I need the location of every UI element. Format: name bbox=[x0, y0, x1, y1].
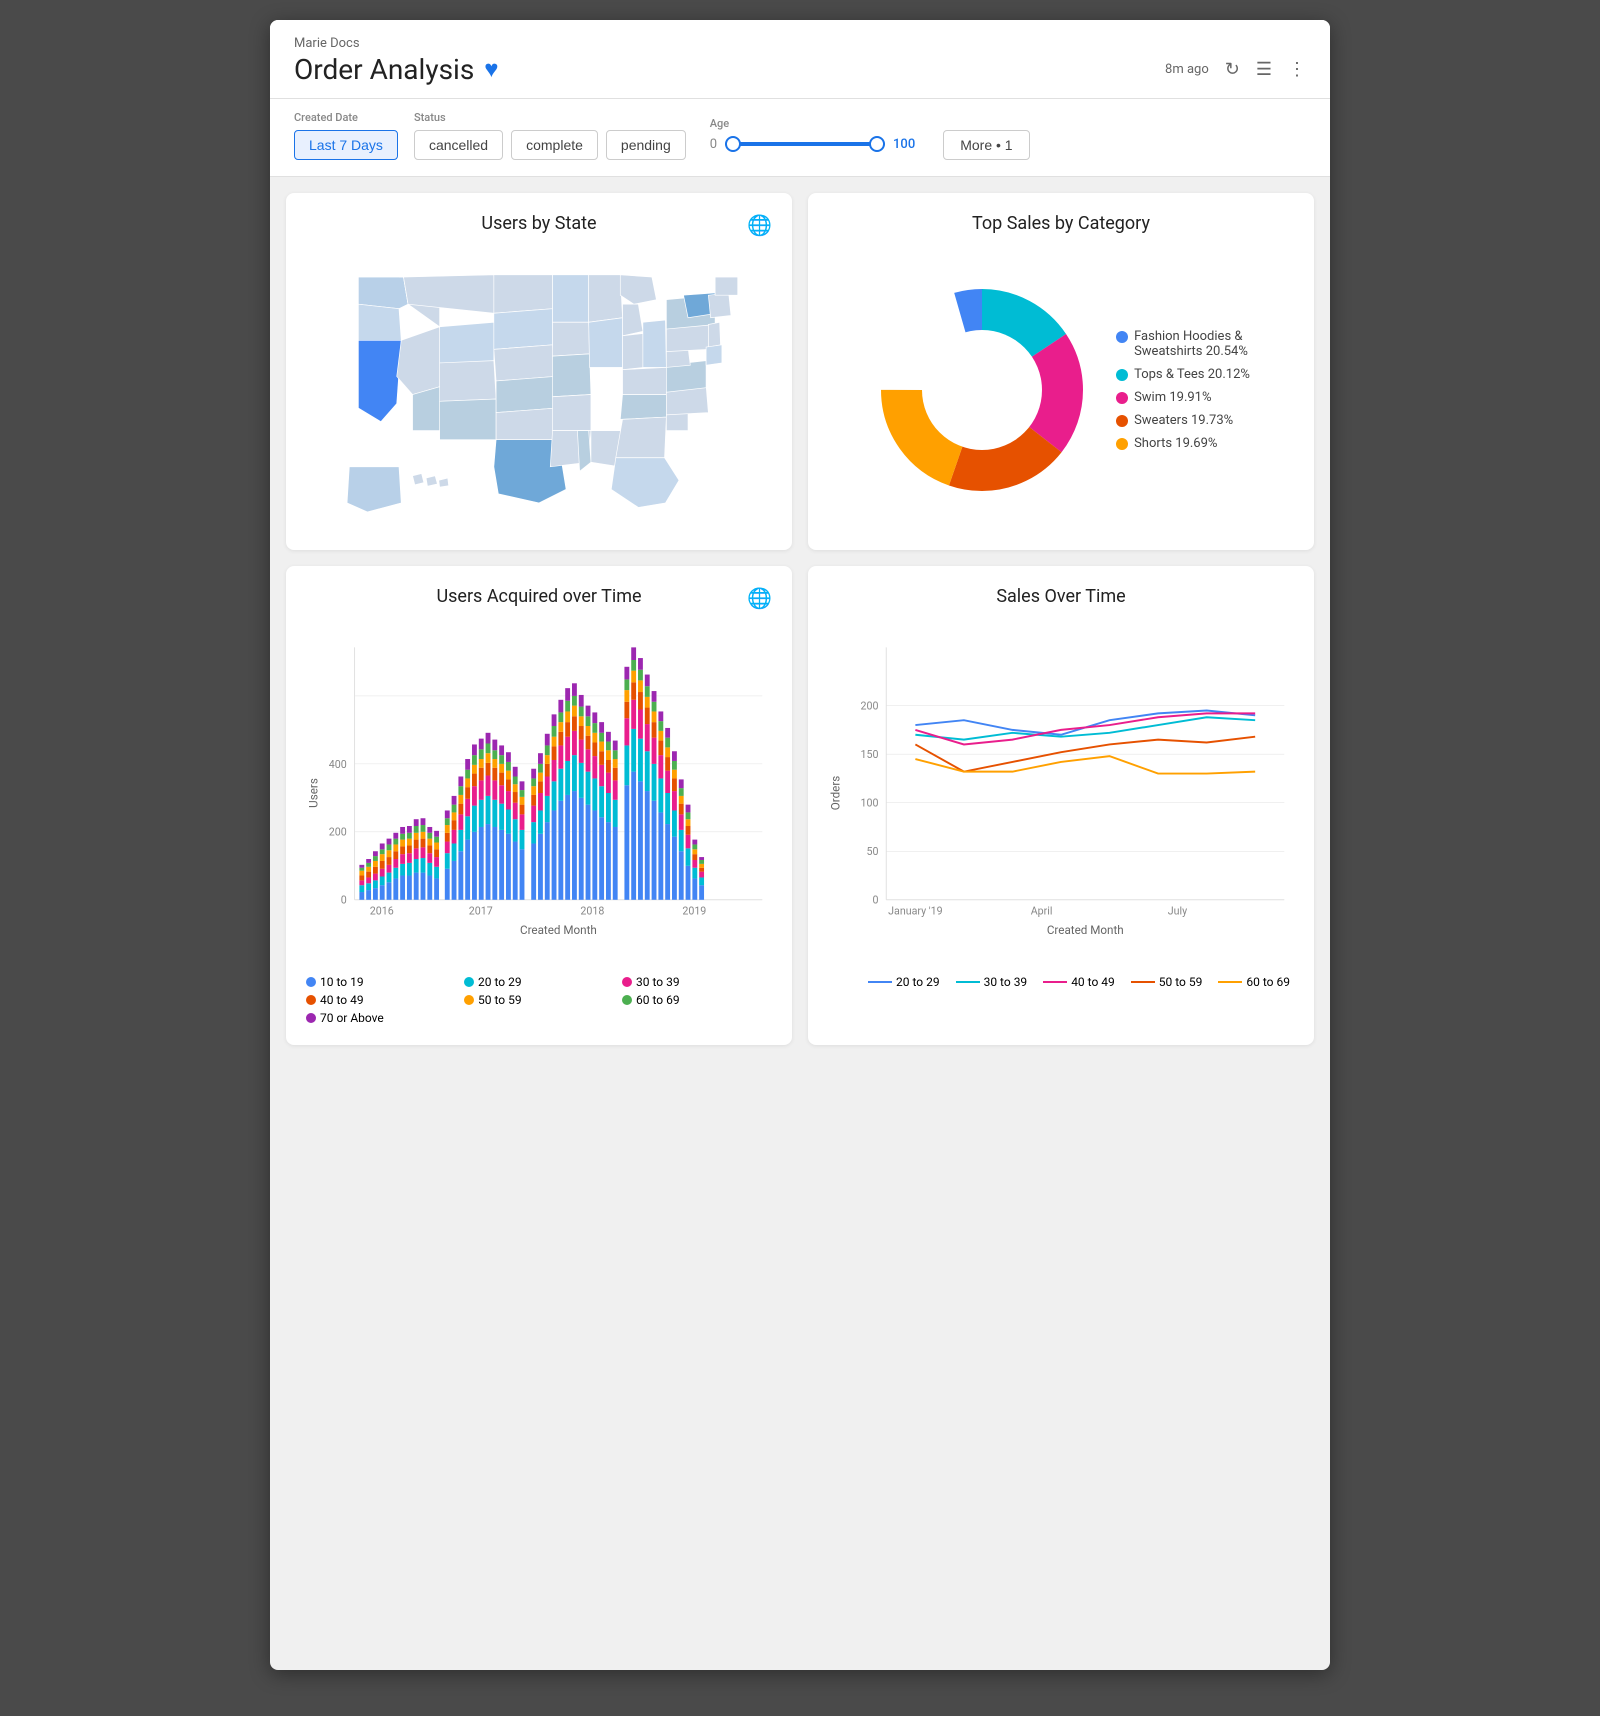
age-range-row: 0 100 bbox=[710, 134, 915, 154]
map-container bbox=[306, 250, 772, 530]
age-filter-label: Age bbox=[710, 117, 915, 130]
age-max: 100 bbox=[893, 137, 915, 152]
app-container: Marie Docs Order Analysis ♥ 8m ago ↻ ☰ ⋮… bbox=[270, 20, 1330, 1670]
slider-thumb-left[interactable] bbox=[725, 136, 741, 152]
heart-icon[interactable]: ♥ bbox=[484, 55, 498, 84]
svg-text:150: 150 bbox=[861, 748, 879, 761]
line-chart-svg: 0 50 100 150 200 Orders January '19 Apri… bbox=[828, 623, 1294, 963]
svg-text:0: 0 bbox=[341, 894, 347, 907]
svg-text:2018: 2018 bbox=[580, 904, 604, 917]
globe-icon-map[interactable]: 🌐 bbox=[747, 213, 772, 237]
charts-grid: Users by State 🌐 bbox=[270, 177, 1330, 1061]
legend-swim: Swim 19.91% bbox=[1116, 390, 1250, 405]
svg-text:2019: 2019 bbox=[682, 904, 706, 917]
bar-legend-70-above: 70 or Above bbox=[306, 1011, 456, 1025]
bar-legend-40-49: 40 to 49 bbox=[306, 993, 456, 1007]
svg-text:200: 200 bbox=[329, 826, 347, 839]
more-icon[interactable]: ⋮ bbox=[1288, 59, 1306, 80]
us-map-svg bbox=[306, 250, 772, 530]
svg-text:2017: 2017 bbox=[469, 904, 493, 917]
line-legend-60-69: 60 to 69 bbox=[1218, 975, 1290, 989]
bar-legend-50-59: 50 to 59 bbox=[464, 993, 614, 1007]
bar-legend-60-69: 60 to 69 bbox=[622, 993, 772, 1007]
cancelled-button[interactable]: cancelled bbox=[414, 130, 503, 160]
users-by-state-card: Users by State 🌐 bbox=[286, 193, 792, 550]
filter-bar: Created Date Last 7 Days Status cancelle… bbox=[270, 99, 1330, 177]
legend-dot-tops bbox=[1116, 369, 1128, 381]
age-min: 0 bbox=[710, 137, 717, 152]
legend-dot-fashion bbox=[1116, 331, 1128, 343]
svg-text:Orders: Orders bbox=[829, 776, 843, 811]
svg-text:0: 0 bbox=[872, 894, 878, 907]
bar-chart-legend: 10 to 19 20 to 29 30 to 39 40 to 49 50 t… bbox=[306, 975, 772, 1025]
svg-text:Created Month: Created Month bbox=[520, 923, 597, 937]
donut-legend: Fashion Hoodies &Sweatshirts 20.54% Tops… bbox=[1116, 329, 1250, 451]
donut-chart-svg bbox=[872, 280, 1092, 500]
svg-text:400: 400 bbox=[329, 758, 347, 771]
svg-text:April: April bbox=[1031, 904, 1053, 917]
legend-tops: Tops & Tees 20.12% bbox=[1116, 367, 1250, 382]
pending-button[interactable]: pending bbox=[606, 130, 686, 160]
refresh-icon[interactable]: ↻ bbox=[1225, 59, 1240, 80]
line-legend-40-49: 40 to 49 bbox=[1043, 975, 1115, 989]
top-sales-card: Top Sales by Category Fa bbox=[808, 193, 1314, 550]
sales-over-time-card: Sales Over Time 0 50 100 150 200 bbox=[808, 566, 1314, 1045]
header: Marie Docs Order Analysis ♥ 8m ago ↻ ☰ ⋮ bbox=[270, 20, 1330, 99]
svg-text:July: July bbox=[1168, 904, 1187, 917]
legend-dot-swim bbox=[1116, 392, 1128, 404]
bar-legend-10-19: 10 to 19 bbox=[306, 975, 456, 989]
last-7-days-button[interactable]: Last 7 Days bbox=[294, 130, 398, 160]
bar-chart-svg: 0 200 400 Users 2016 2017 2018 2019 Crea… bbox=[306, 623, 772, 963]
complete-button[interactable]: complete bbox=[511, 130, 598, 160]
top-sales-title: Top Sales by Category bbox=[828, 213, 1294, 234]
age-filter-group: Age 0 100 bbox=[710, 117, 915, 154]
bar-chart-container: 0 200 400 Users 2016 2017 2018 2019 Crea… bbox=[306, 623, 772, 963]
globe-icon-bar[interactable]: 🌐 bbox=[747, 586, 772, 610]
sales-over-time-title: Sales Over Time bbox=[828, 586, 1294, 607]
line-chart-legend: 20 to 29 30 to 39 40 to 49 50 to 59 60 t… bbox=[828, 975, 1294, 989]
header-actions: 8m ago ↻ ☰ ⋮ bbox=[1165, 59, 1306, 80]
last-updated: 8m ago bbox=[1165, 62, 1209, 77]
svg-text:Created Month: Created Month bbox=[1047, 923, 1124, 937]
legend-fashion: Fashion Hoodies &Sweatshirts 20.54% bbox=[1116, 329, 1250, 359]
legend-sweaters: Sweaters 19.73% bbox=[1116, 413, 1250, 428]
legend-dot-sweaters bbox=[1116, 415, 1128, 427]
users-over-time-card: Users Acquired over Time 🌐 0 200 400 Use bbox=[286, 566, 792, 1045]
title-row: Order Analysis ♥ 8m ago ↻ ☰ ⋮ bbox=[294, 53, 1306, 86]
status-filter-buttons: cancelled complete pending bbox=[414, 130, 686, 160]
users-by-state-title: Users by State 🌐 bbox=[306, 213, 772, 234]
legend-shorts: Shorts 19.69% bbox=[1116, 436, 1250, 451]
bar-legend-30-39: 30 to 39 bbox=[622, 975, 772, 989]
age-slider[interactable] bbox=[725, 134, 885, 154]
bar-legend-20-29: 20 to 29 bbox=[464, 975, 614, 989]
line-chart-container: 0 50 100 150 200 Orders January '19 Apri… bbox=[828, 623, 1294, 963]
status-filter-label: Status bbox=[414, 111, 686, 124]
svg-text:Users: Users bbox=[307, 778, 321, 808]
page-title: Order Analysis ♥ bbox=[294, 53, 499, 86]
more-button[interactable]: More • 1 bbox=[943, 130, 1029, 160]
users-over-time-title: Users Acquired over Time 🌐 bbox=[306, 586, 772, 607]
page-title-text: Order Analysis bbox=[294, 53, 474, 86]
status-filter-group: Status cancelled complete pending bbox=[414, 111, 686, 160]
date-filter-group: Created Date Last 7 Days bbox=[294, 111, 398, 160]
filter-icon[interactable]: ☰ bbox=[1256, 59, 1272, 80]
slider-thumb-right[interactable] bbox=[869, 136, 885, 152]
date-filter-label: Created Date bbox=[294, 111, 398, 124]
svg-text:January '19: January '19 bbox=[888, 904, 942, 917]
svg-text:200: 200 bbox=[861, 700, 879, 713]
svg-text:50: 50 bbox=[866, 845, 878, 858]
brand-name: Marie Docs bbox=[294, 36, 1306, 51]
line-legend-30-39: 30 to 39 bbox=[956, 975, 1028, 989]
slider-track bbox=[725, 142, 885, 146]
donut-section: Fashion Hoodies &Sweatshirts 20.54% Tops… bbox=[828, 250, 1294, 530]
line-legend-20-29: 20 to 29 bbox=[868, 975, 940, 989]
date-filter-buttons: Last 7 Days bbox=[294, 130, 398, 160]
svg-text:100: 100 bbox=[861, 797, 879, 810]
legend-dot-shorts bbox=[1116, 438, 1128, 450]
line-legend-50-59: 50 to 59 bbox=[1131, 975, 1203, 989]
svg-text:2016: 2016 bbox=[370, 904, 394, 917]
